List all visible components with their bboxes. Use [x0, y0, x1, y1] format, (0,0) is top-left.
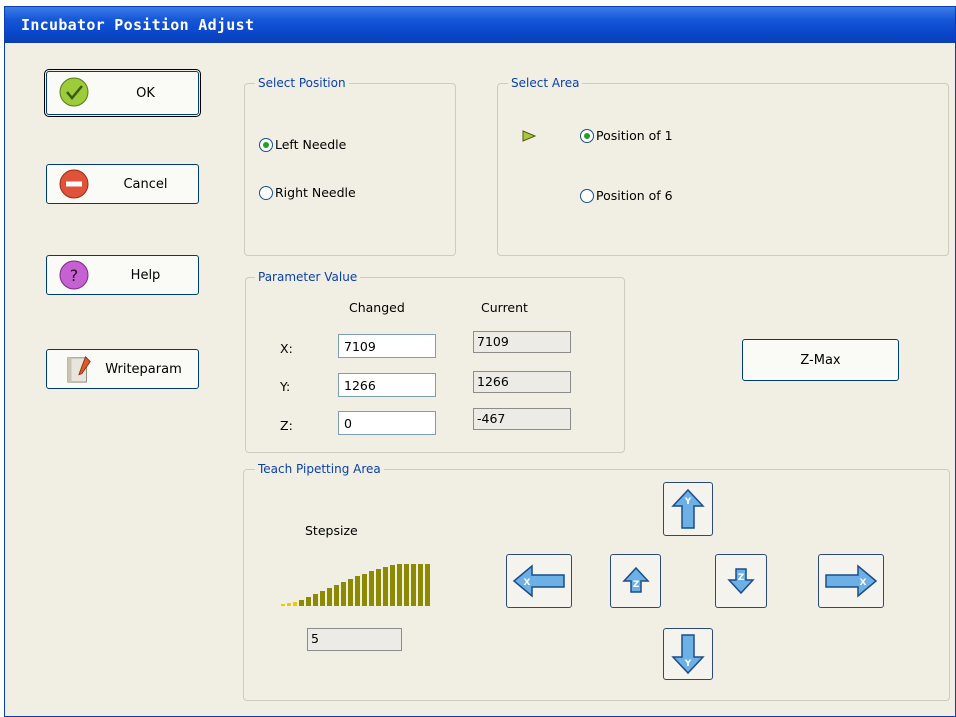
minus-circle-icon: [59, 169, 89, 199]
ok-label: OK: [136, 85, 155, 101]
position-1-radio-button[interactable]: [580, 128, 594, 143]
svg-text:X: X: [860, 578, 867, 588]
arrow-up-y-icon: Y: [671, 488, 705, 529]
move-x-right-button[interactable]: X: [818, 554, 884, 608]
teach-pipetting-title: Teach Pipetting Area: [255, 462, 384, 476]
cancel-label: Cancel: [123, 176, 168, 192]
z-max-button[interactable]: Z-Max: [742, 339, 899, 381]
arrow-up-z-icon: Z: [621, 566, 650, 593]
stepsize-bar-6: [313, 594, 318, 606]
x-changed-input[interactable]: [338, 334, 436, 358]
select-position-title: Select Position: [255, 76, 349, 90]
stepsize-bar-2: [287, 603, 291, 606]
move-y-up-button[interactable]: Y: [663, 482, 713, 536]
stepsize-bar-14: [369, 571, 374, 606]
right-needle-label: Right Needle: [275, 185, 356, 200]
x-current-value: 7109: [473, 331, 571, 353]
stepsize-bar-21: [418, 564, 423, 606]
writeparam-label: Writeparam: [105, 361, 182, 377]
arrow-left-x-icon: X: [512, 564, 565, 598]
stepsize-bar-20: [411, 564, 416, 606]
left-needle-label: Left Needle: [275, 137, 347, 152]
parameter-value-title: Parameter Value: [255, 270, 361, 284]
stepsize-bar-16: [383, 567, 388, 606]
z-label: Z:: [280, 418, 293, 433]
stepsize-bar-1: [281, 604, 285, 606]
move-y-down-button[interactable]: Y: [663, 628, 713, 680]
z-max-label: Z-Max: [800, 352, 841, 368]
y-label: Y:: [280, 379, 291, 394]
current-column-header: Current: [481, 300, 528, 315]
svg-text:Y: Y: [684, 659, 692, 669]
svg-text:Y: Y: [684, 497, 692, 507]
left-needle-radio-button[interactable]: [259, 137, 273, 152]
dialog-window: Incubator Position Adjust OK Cancel ? He…: [4, 6, 956, 717]
position-6-radio[interactable]: Position of 6: [580, 188, 673, 203]
stepsize-bar-13: [362, 574, 367, 606]
position-1-radio[interactable]: Position of 1: [580, 128, 673, 143]
position-6-label: Position of 6: [596, 188, 673, 203]
y-changed-input[interactable]: [338, 373, 436, 397]
position-1-label: Position of 1: [596, 128, 673, 143]
stepsize-bar-19: [404, 564, 409, 606]
stepsize-bar-3: [293, 602, 297, 606]
move-x-left-button[interactable]: X: [506, 554, 572, 608]
stepsize-bar-12: [355, 576, 360, 606]
stepsize-bar-7: [320, 591, 325, 606]
writeparam-button[interactable]: Writeparam: [46, 349, 199, 389]
svg-text:Z: Z: [738, 573, 745, 583]
help-button[interactable]: ? Help: [46, 255, 199, 295]
window-title: Incubator Position Adjust: [21, 16, 255, 34]
help-label: Help: [130, 267, 161, 283]
select-position-group: [244, 83, 456, 256]
help-icon: ?: [59, 260, 89, 290]
stepsize-bar-11: [348, 579, 353, 606]
svg-text:?: ?: [70, 266, 79, 285]
stepsize-bar-5: [306, 597, 311, 606]
svg-text:X: X: [524, 578, 531, 588]
stepsize-bar-22: [425, 564, 430, 606]
x-label: X:: [280, 341, 293, 356]
move-z-up-button[interactable]: Z: [610, 554, 661, 608]
notebook-pen-icon: [67, 356, 91, 383]
position-6-radio-button[interactable]: [580, 188, 594, 203]
stepsize-bar-17: [390, 565, 395, 606]
changed-column-header: Changed: [349, 300, 405, 315]
select-area-group: [497, 83, 949, 256]
stepsize-bar-18: [397, 564, 402, 606]
select-area-title: Select Area: [508, 76, 583, 90]
arrow-down-z-icon: Z: [727, 568, 755, 595]
arrow-down-y-icon: Y: [671, 634, 705, 675]
y-current-value: 1266: [473, 371, 571, 393]
stepsize-bar-graph: [281, 560, 441, 606]
title-bar: Incubator Position Adjust: [5, 7, 955, 43]
stepsize-bar-15: [376, 569, 381, 606]
stepsize-value: 5: [307, 628, 402, 651]
stepsize-bar-9: [334, 585, 339, 606]
right-needle-radio-button[interactable]: [259, 185, 273, 200]
svg-text:Z: Z: [632, 580, 639, 590]
cancel-button[interactable]: Cancel: [46, 164, 199, 204]
arrow-right-x-icon: X: [825, 564, 878, 598]
stepsize-bar-4: [299, 600, 304, 606]
z-current-value: -467: [473, 408, 571, 430]
right-needle-radio[interactable]: Right Needle: [259, 185, 356, 200]
pointer-triangle-icon: [522, 130, 536, 142]
ok-button[interactable]: OK: [44, 69, 201, 117]
move-z-down-button[interactable]: Z: [715, 554, 767, 608]
stepsize-bar-8: [327, 588, 332, 606]
stepsize-bar-10: [341, 582, 346, 606]
check-icon: [59, 77, 89, 107]
z-changed-input[interactable]: [338, 411, 436, 435]
stepsize-label: Stepsize: [305, 523, 358, 538]
left-needle-radio[interactable]: Left Needle: [259, 137, 346, 152]
